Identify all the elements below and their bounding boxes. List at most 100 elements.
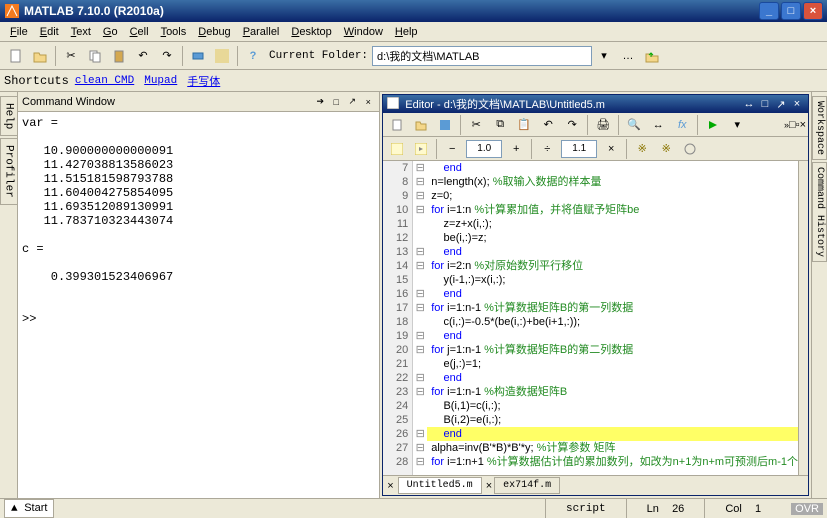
code-line-28[interactable]: for i=1:n+1 %计算数据估计值的累加数列，如改为n+1为n+m可预测后… bbox=[427, 455, 798, 469]
profiler-tab[interactable]: Profiler bbox=[0, 138, 18, 205]
code-line-17[interactable]: for i=1:n-1 %计算数据矩阵B的第一列数据 bbox=[427, 301, 798, 315]
menu-help[interactable]: Help bbox=[389, 24, 424, 40]
menu-text[interactable]: Text bbox=[65, 24, 97, 40]
code-line-24[interactable]: B(i,1)=c(i,:); bbox=[427, 399, 798, 413]
code-line-19[interactable]: end bbox=[427, 329, 798, 343]
code-line-14[interactable]: for i=2:n %对原始数列平行移位 bbox=[427, 259, 798, 273]
menu-edit[interactable]: Edit bbox=[34, 24, 65, 40]
minimize-button[interactable]: _ bbox=[759, 2, 779, 20]
tab-ex714f[interactable]: ex714f.m bbox=[494, 477, 560, 494]
copy-icon[interactable] bbox=[84, 45, 106, 67]
code-line-10[interactable]: for i=1:n %计算累加值，并将值赋予矩阵be bbox=[427, 203, 798, 217]
ed-min-icon[interactable]: □ bbox=[789, 119, 796, 131]
code-line-16[interactable]: end bbox=[427, 287, 798, 301]
start-button[interactable]: ▲ Start bbox=[4, 499, 54, 518]
browse-folder-icon[interactable]: … bbox=[617, 45, 639, 67]
menu-go[interactable]: Go bbox=[97, 24, 124, 40]
cell-mult-input[interactable] bbox=[466, 140, 502, 158]
cut-icon[interactable]: ✂ bbox=[60, 45, 82, 67]
times-icon[interactable]: × bbox=[600, 138, 622, 160]
plus-icon[interactable]: + bbox=[505, 138, 527, 160]
new-icon[interactable] bbox=[5, 45, 27, 67]
ed-goto-icon[interactable]: ↔ bbox=[647, 114, 669, 136]
workspace-tab[interactable]: Workspace bbox=[812, 96, 827, 160]
menu-debug[interactable]: Debug bbox=[192, 24, 236, 40]
command-window-body[interactable]: var = 10.900000000000091 11.427038813586… bbox=[18, 112, 379, 498]
ed-run-icon[interactable] bbox=[702, 114, 724, 136]
close-button[interactable]: × bbox=[803, 2, 823, 20]
simulink-icon[interactable] bbox=[187, 45, 209, 67]
code-line-23[interactable]: for i=1:n-1 %构造数据矩阵B bbox=[427, 385, 798, 399]
tab-untitled5[interactable]: Untitled5.m bbox=[398, 477, 482, 494]
fold-gutter[interactable]: ⊟⊟⊟⊟⊟⊟⊟⊟⊟⊟⊟⊟⊟⊟⊟ bbox=[413, 161, 427, 475]
help-icon[interactable]: ? bbox=[242, 45, 264, 67]
editor-max-icon[interactable]: ↗ bbox=[774, 97, 788, 111]
ed-print-icon[interactable]: 🖨 bbox=[592, 114, 614, 136]
editor-menu-icon[interactable]: ↔ bbox=[742, 97, 756, 111]
menu-parallel[interactable]: Parallel bbox=[237, 24, 286, 40]
cell-insert2-icon[interactable]: ※ bbox=[655, 138, 677, 160]
current-folder-input[interactable] bbox=[372, 46, 592, 66]
shortcut-clean-cmd[interactable]: clean CMD bbox=[71, 75, 138, 87]
cell-div-input[interactable] bbox=[561, 140, 597, 158]
cmd-max-icon[interactable]: ↗ bbox=[345, 95, 359, 109]
ed-redo-icon[interactable]: ↷ bbox=[561, 114, 583, 136]
cmd-close-icon[interactable]: × bbox=[361, 95, 375, 109]
ed-new-icon[interactable] bbox=[386, 114, 408, 136]
minus-icon[interactable]: − bbox=[441, 138, 463, 160]
shortcut-hw[interactable]: 手写体 bbox=[183, 73, 224, 89]
cmd-menu-icon[interactable]: ➔ bbox=[313, 95, 327, 109]
code-line-22[interactable]: end bbox=[427, 371, 798, 385]
publish-icon[interactable] bbox=[679, 138, 701, 160]
ed-cut-icon[interactable]: ✂ bbox=[465, 114, 487, 136]
div-icon[interactable]: ÷ bbox=[536, 138, 558, 160]
code-line-26[interactable]: end bbox=[427, 427, 798, 441]
menu-desktop[interactable]: Desktop bbox=[285, 24, 337, 40]
code-line-15[interactable]: y(i-1,:)=x(i,:); bbox=[427, 273, 798, 287]
ed-run-dd-icon[interactable]: ▾ bbox=[726, 114, 748, 136]
code-line-7[interactable]: end bbox=[427, 161, 798, 175]
code-line-12[interactable]: be(i,:)=z; bbox=[427, 231, 798, 245]
code-line-11[interactable]: z=z+x(i,:); bbox=[427, 217, 798, 231]
cmd-undock-icon[interactable]: □ bbox=[329, 95, 343, 109]
help-tab[interactable]: Help bbox=[0, 96, 18, 136]
ed-paste-icon[interactable]: 📋 bbox=[513, 114, 535, 136]
editor-close-icon[interactable]: × bbox=[790, 97, 804, 111]
guide-icon[interactable] bbox=[211, 45, 233, 67]
code-line-9[interactable]: z=0; bbox=[427, 189, 798, 203]
cell-insert-icon[interactable]: ※ bbox=[631, 138, 653, 160]
ed-fx-icon[interactable]: fx bbox=[671, 114, 693, 136]
code-line-13[interactable]: end bbox=[427, 245, 798, 259]
tab-close-icon[interactable]: × bbox=[387, 480, 393, 492]
code-line-8[interactable]: n=length(x); %取输入数据的样本量 bbox=[427, 175, 798, 189]
ed-undo-icon[interactable]: ↶ bbox=[537, 114, 559, 136]
code-area[interactable]: endn=length(x); %取输入数据的样本量z=0;for i=1:n … bbox=[427, 161, 798, 475]
code-line-20[interactable]: for j=1:n-1 %计算数据矩阵B的第二列数据 bbox=[427, 343, 798, 357]
open-icon[interactable] bbox=[29, 45, 51, 67]
shortcut-mupad[interactable]: Mupad bbox=[140, 75, 181, 87]
menu-cell[interactable]: Cell bbox=[124, 24, 155, 40]
paste-icon[interactable] bbox=[108, 45, 130, 67]
menu-window[interactable]: Window bbox=[338, 24, 389, 40]
ed-copy-icon[interactable]: ⧉ bbox=[489, 114, 511, 136]
parent-folder-icon[interactable] bbox=[641, 45, 663, 67]
code-line-25[interactable]: B(i,2)=e(i,:); bbox=[427, 413, 798, 427]
code-line-18[interactable]: c(i,:)=-0.5*(be(i,:)+be(i+1,:)); bbox=[427, 315, 798, 329]
ed-x-icon[interactable]: × bbox=[800, 119, 806, 131]
menu-file[interactable]: File bbox=[4, 24, 34, 40]
code-line-21[interactable]: e(j,:)=1; bbox=[427, 357, 798, 371]
menu-tools[interactable]: Tools bbox=[155, 24, 193, 40]
tab-close2-icon[interactable]: × bbox=[486, 480, 492, 492]
redo-icon[interactable]: ↷ bbox=[156, 45, 178, 67]
maximize-button[interactable]: □ bbox=[781, 2, 801, 20]
scrollbar[interactable] bbox=[798, 161, 808, 475]
ed-open-icon[interactable] bbox=[410, 114, 432, 136]
ed-save-icon[interactable] bbox=[434, 114, 456, 136]
undo-icon[interactable]: ↶ bbox=[132, 45, 154, 67]
cell-mode-icon[interactable] bbox=[386, 138, 408, 160]
folder-dropdown-icon[interactable]: ▾ bbox=[593, 45, 615, 67]
code-line-27[interactable]: alpha=inv(B'*B)*B'*y; %计算参数 矩阵 bbox=[427, 441, 798, 455]
cell-eval-icon[interactable] bbox=[410, 138, 432, 160]
command-history-tab[interactable]: Command History bbox=[812, 162, 827, 262]
ed-find-icon[interactable]: 🔍 bbox=[623, 114, 645, 136]
